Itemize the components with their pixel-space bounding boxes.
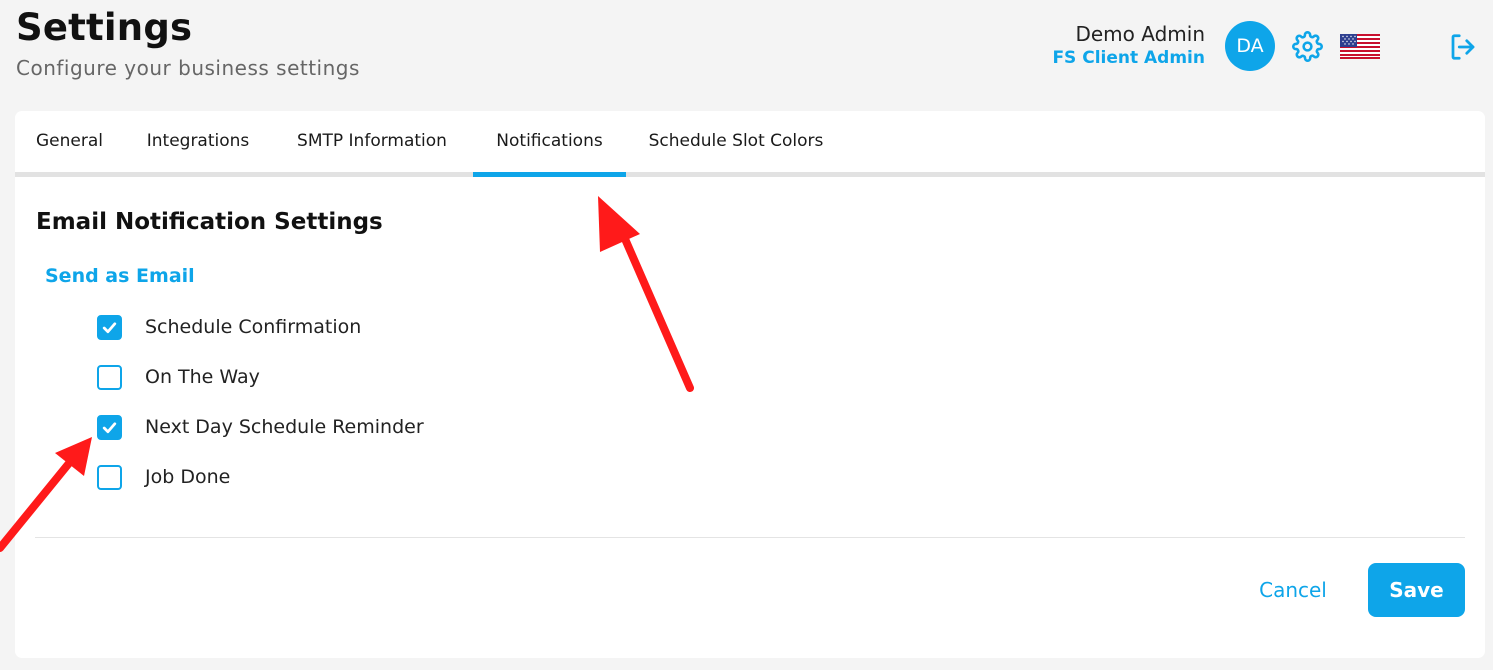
- page-title: Settings: [16, 6, 193, 49]
- tab-general[interactable]: General: [35, 111, 104, 177]
- tab-notifications[interactable]: Notifications: [473, 111, 626, 177]
- section-title: Email Notification Settings: [36, 209, 383, 235]
- checkbox-unchecked[interactable]: [97, 364, 122, 390]
- option-label: Schedule Confirmation: [145, 316, 362, 338]
- tab-schedule-slot-colors[interactable]: Schedule Slot Colors: [645, 111, 827, 177]
- option-on-the-way[interactable]: On The Way: [97, 364, 260, 390]
- us-flag-icon[interactable]: [1340, 34, 1380, 59]
- settings-page: Settings Configure your business setting…: [0, 0, 1493, 670]
- settings-tabs: General Integrations SMTP Information No…: [15, 111, 1485, 177]
- gear-icon[interactable]: [1292, 31, 1323, 62]
- page-subtitle: Configure your business settings: [16, 56, 360, 80]
- divider: [35, 537, 1465, 538]
- option-schedule-confirmation[interactable]: Schedule Confirmation: [97, 314, 361, 340]
- option-job-done[interactable]: Job Done: [97, 464, 230, 490]
- user-name: Demo Admin: [1075, 22, 1205, 46]
- tab-integrations[interactable]: Integrations: [144, 111, 252, 177]
- save-button[interactable]: Save: [1368, 563, 1465, 617]
- option-label: Next Day Schedule Reminder: [145, 416, 424, 438]
- checkbox-unchecked[interactable]: [97, 464, 122, 490]
- user-role: FS Client Admin: [1052, 48, 1205, 68]
- logout-icon[interactable]: [1448, 32, 1478, 62]
- option-label: On The Way: [145, 366, 260, 388]
- avatar[interactable]: DA: [1225, 21, 1275, 71]
- send-as-email-label: Send as Email: [45, 265, 195, 287]
- option-next-day-schedule-reminder[interactable]: Next Day Schedule Reminder: [97, 414, 424, 440]
- cancel-button[interactable]: Cancel: [1243, 563, 1343, 617]
- tab-smtp-information[interactable]: SMTP Information: [292, 111, 452, 177]
- option-label: Job Done: [145, 466, 231, 488]
- checkbox-checked[interactable]: [97, 314, 122, 340]
- checkbox-checked[interactable]: [97, 414, 122, 440]
- settings-card: General Integrations SMTP Information No…: [15, 111, 1485, 658]
